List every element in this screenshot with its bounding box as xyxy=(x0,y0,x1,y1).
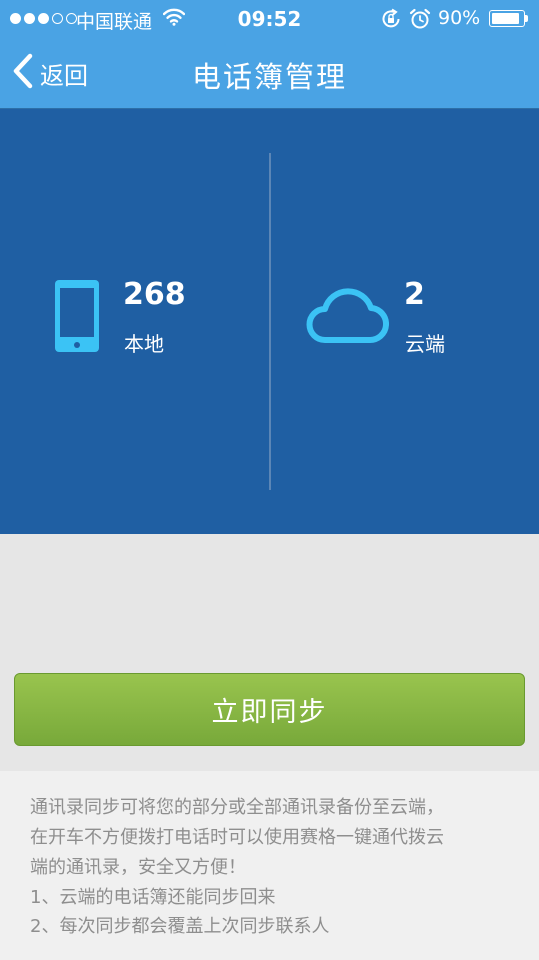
description-line: 通讯录同步可将您的部分或全部通讯录备份至云端， xyxy=(30,797,444,818)
cloud-icon xyxy=(305,285,389,349)
description-line: 端的通讯录，安全又方便！ xyxy=(30,857,246,878)
alarm-clock-icon xyxy=(409,8,431,35)
battery-percent: 90% xyxy=(438,7,481,29)
battery-icon xyxy=(489,10,525,27)
cloud-label: 云端 xyxy=(405,332,445,356)
smartphone-icon xyxy=(54,279,100,357)
nav-bar: 返回 电话簿管理 xyxy=(0,38,539,109)
sync-now-button[interactable]: 立即同步 xyxy=(14,673,525,746)
local-label: 本地 xyxy=(124,332,164,356)
local-contact-count: 268 xyxy=(123,277,186,312)
rotation-lock-icon xyxy=(380,8,402,35)
cloud-contact-count: 2 xyxy=(404,277,425,312)
stats-divider xyxy=(269,153,271,490)
description-line: 在开车不方便拨打电话时可以使用赛格一键通代拨云 xyxy=(30,827,444,848)
page-title: 电话簿管理 xyxy=(191,60,347,94)
battery-tip xyxy=(525,15,528,22)
description-line: 2、每次同步都会覆盖上次同步联系人 xyxy=(30,916,330,937)
sync-description: 通讯录同步可将您的部分或全部通讯录备份至云端， 在开车不方便拨打电话时可以使用赛… xyxy=(0,771,539,960)
contact-stats-panel: 268 本地 2 云端 xyxy=(0,109,539,534)
sync-area: 立即同步 xyxy=(0,534,539,771)
description-line: 1、云端的电话簿还能同步回来 xyxy=(30,887,276,908)
status-bar: 中国联通 09:52 90% xyxy=(0,0,539,38)
